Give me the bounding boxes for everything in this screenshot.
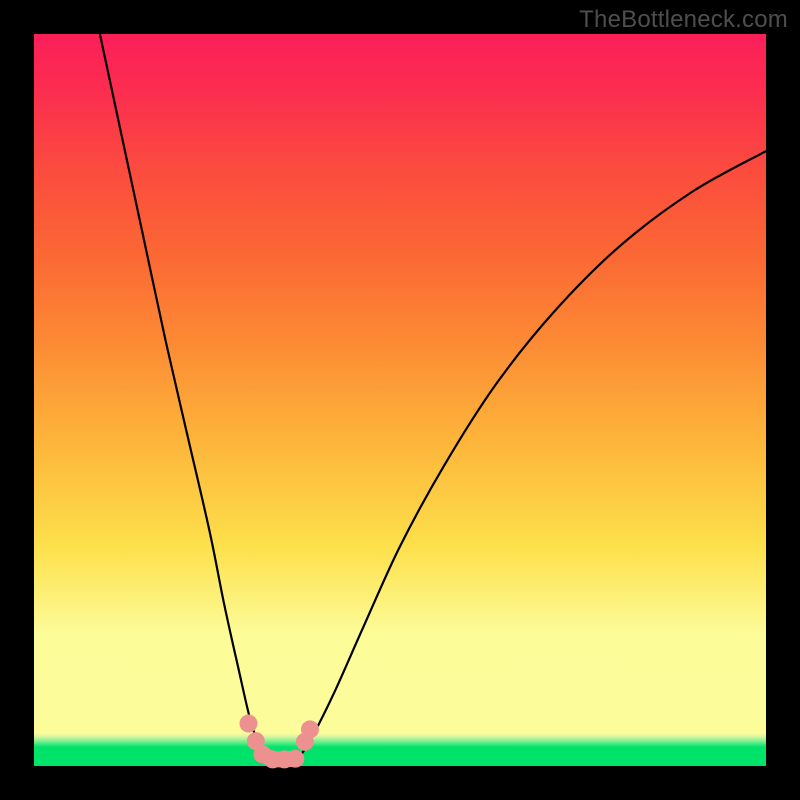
highlight-dot [239, 715, 257, 733]
curve-layer [34, 34, 766, 766]
plot-area [34, 34, 766, 766]
highlight-dot [301, 720, 319, 738]
watermark-text: TheBottleneck.com [579, 6, 788, 34]
highlight-dot [286, 750, 304, 768]
highlight-markers [239, 715, 318, 769]
left-curve [100, 34, 265, 760]
right-curve [298, 151, 766, 760]
chart-frame: TheBottleneck.com [0, 0, 800, 800]
